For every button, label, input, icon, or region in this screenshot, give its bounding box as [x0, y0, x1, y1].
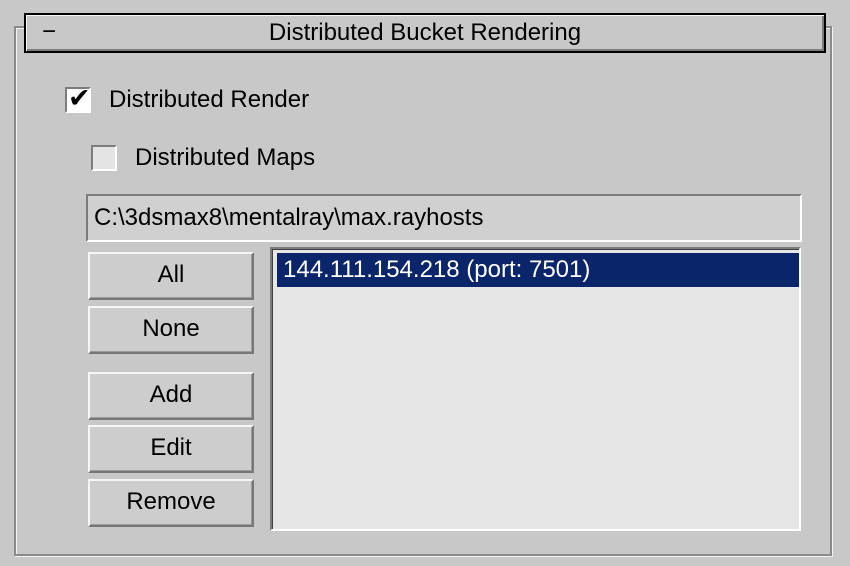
- edit-button[interactable]: Edit: [88, 425, 254, 473]
- distributed-maps-checkbox[interactable]: [91, 145, 117, 171]
- none-button[interactable]: None: [88, 306, 254, 354]
- distributed-render-option[interactable]: ✔ Distributed Render: [65, 83, 310, 116]
- checkmark-icon: ✔: [68, 83, 91, 114]
- remove-button[interactable]: Remove: [88, 479, 254, 527]
- distributed-maps-option[interactable]: Distributed Maps: [91, 142, 315, 174]
- rollout-title: Distributed Bucket Rendering: [268, 19, 582, 46]
- add-button[interactable]: Add: [88, 372, 254, 420]
- host-list[interactable]: 144.111.154.218 (port: 7501): [270, 247, 801, 531]
- rollout-header[interactable]: − Distributed Bucket Rendering: [24, 13, 826, 53]
- rayhosts-path-field[interactable]: C:\3dsmax8\mentalray\max.rayhosts: [86, 194, 802, 242]
- distributed-maps-label: Distributed Maps: [135, 144, 316, 171]
- all-button[interactable]: All: [88, 252, 254, 300]
- distributed-render-checkbox[interactable]: ✔: [65, 83, 91, 114]
- host-list-item[interactable]: 144.111.154.218 (port: 7501): [277, 253, 799, 287]
- distributed-render-label: Distributed Render: [109, 86, 310, 113]
